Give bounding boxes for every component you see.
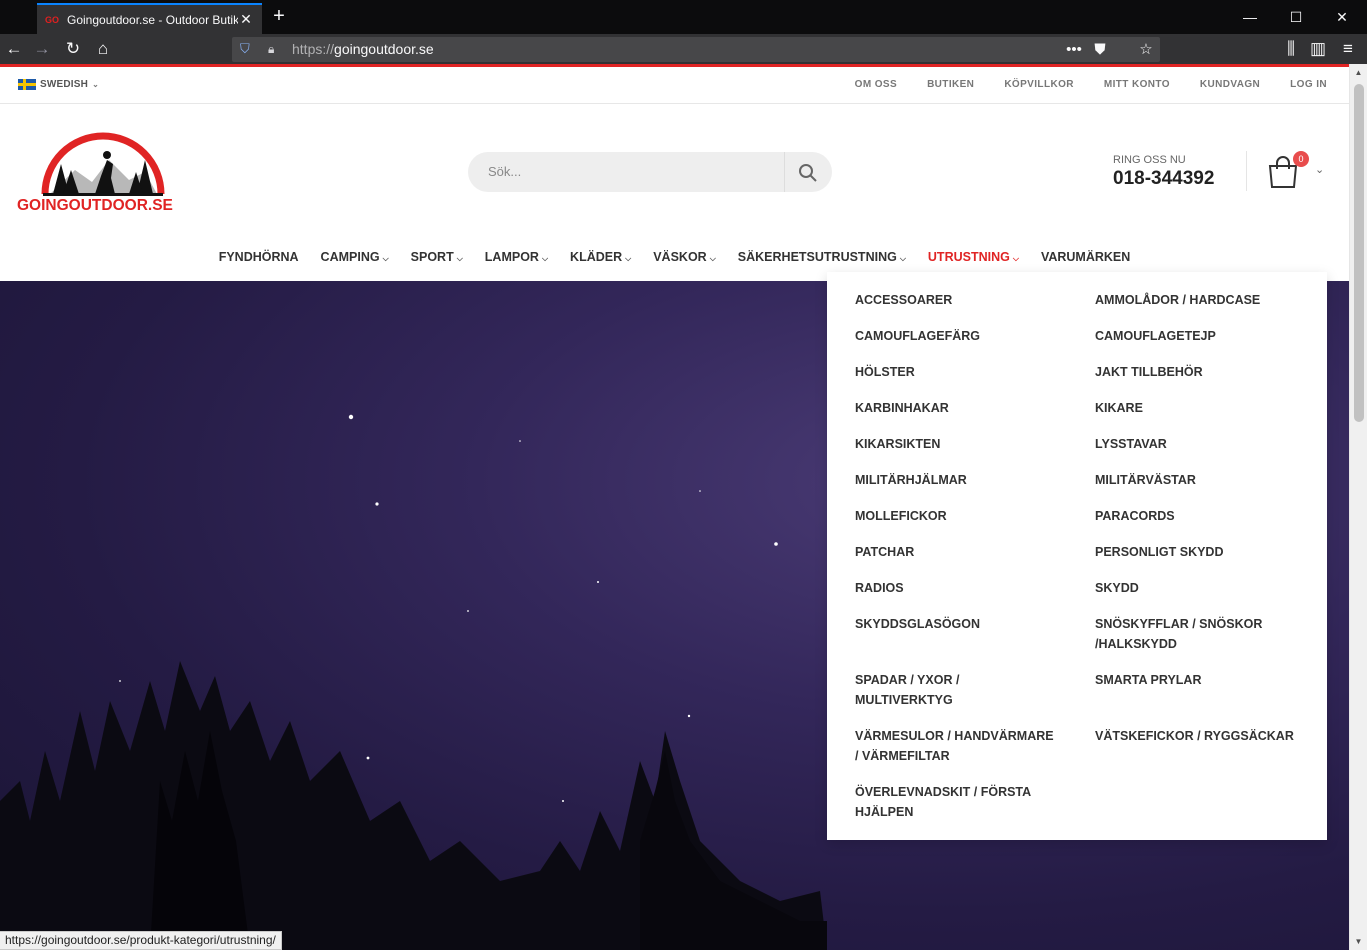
site-logo[interactable]: GOINGOUTDOOR.SE xyxy=(17,130,189,213)
chevron-down-icon[interactable]: ⌄ xyxy=(1315,163,1324,176)
search-icon[interactable] xyxy=(798,163,818,183)
menu-item-varmesulor[interactable]: VÄRMESULOR / HANDVÄRMARE / VÄRMEFILTAR xyxy=(855,726,1060,766)
menu-item-skydd[interactable]: SKYDD xyxy=(1095,578,1305,598)
page-actions-icon[interactable]: ••• xyxy=(1062,37,1086,62)
browser-tab[interactable]: GO Goingoutdoor.se - Outdoor Butik ✕ xyxy=(37,3,262,34)
reload-icon[interactable]: ↻ xyxy=(61,37,85,61)
maximize-icon[interactable]: ☐ xyxy=(1273,0,1319,34)
menu-item-vatskefickor[interactable]: VÄTSKEFICKOR / RYGGSÄCKAR xyxy=(1095,726,1315,746)
nav-sakerhetsutrustning[interactable]: SÄKERHETSUTRUSTNING ⌵ xyxy=(727,245,917,269)
nav-klader[interactable]: KLÄDER ⌵ xyxy=(559,245,642,269)
menu-item-skyddsglasogon[interactable]: SKYDDSGLASÖGON xyxy=(855,614,1065,634)
menu-item-patchar[interactable]: PATCHAR xyxy=(855,542,1065,562)
nav-vaskor[interactable]: VÄSKOR ⌵ xyxy=(642,245,727,269)
close-window-icon[interactable]: ✕ xyxy=(1319,0,1365,34)
language-label: SWEDISH xyxy=(40,79,89,90)
search-input[interactable]: Sök... xyxy=(488,152,521,192)
link-butiken[interactable]: BUTIKEN xyxy=(927,79,974,90)
chevron-down-icon: ⌵ xyxy=(625,254,632,263)
minimize-icon[interactable]: — xyxy=(1227,0,1273,34)
link-mitt-konto[interactable]: MITT KONTO xyxy=(1104,79,1170,90)
page-scrollbar[interactable]: ▲ ▼ xyxy=(1349,64,1367,950)
menu-item-kikare[interactable]: KIKARE xyxy=(1095,398,1305,418)
phone-label: RING OSS NU xyxy=(1113,154,1186,166)
menu-item-camouflagetejp[interactable]: CAMOUFLAGETEJP xyxy=(1095,326,1305,346)
nav-camping[interactable]: CAMPING ⌵ xyxy=(310,245,400,269)
sidebar-icon[interactable]: ▥ xyxy=(1306,37,1330,61)
back-icon[interactable]: ← xyxy=(2,37,26,61)
phone-number[interactable]: 018-344392 xyxy=(1113,168,1214,190)
chevron-down-icon: ⌵ xyxy=(1012,254,1019,263)
link-om-oss[interactable]: OM OSS xyxy=(855,79,897,90)
menu-item-kikarsikten[interactable]: KIKARSIKTEN xyxy=(855,434,1065,454)
menu-item-overlevnadskit[interactable]: ÖVERLEVNADSKIT / FÖRSTA HJÄLPEN xyxy=(855,782,1045,822)
menu-item-lysstavar[interactable]: LYSSTAVAR xyxy=(1095,434,1305,454)
menu-item-militarvastar[interactable]: MILITÄRVÄSTAR xyxy=(1095,470,1305,490)
scrollbar-thumb[interactable] xyxy=(1354,84,1364,422)
menu-item-accessoarer[interactable]: ACCESSOARER xyxy=(855,290,1065,310)
scroll-up-icon[interactable]: ▲ xyxy=(1350,64,1367,81)
nav-lampor[interactable]: LAMPOR ⌵ xyxy=(474,245,559,269)
menu-item-militarhjalmar[interactable]: MILITÄRHJÄLMAR xyxy=(855,470,1065,490)
home-icon[interactable]: ⌂ xyxy=(91,37,115,61)
swedish-flag-icon xyxy=(18,79,36,90)
menu-item-spadar[interactable]: SPADAR / YXOR / MULTIVERKTYG xyxy=(855,670,985,710)
chevron-down-icon: ⌵ xyxy=(541,254,549,263)
link-kundvagn[interactable]: KUNDVAGN xyxy=(1200,79,1260,90)
pocket-icon[interactable]: ⛊ xyxy=(1088,37,1112,62)
menu-item-personligt-skydd[interactable]: PERSONLIGT SKYDD xyxy=(1095,542,1305,562)
menu-item-snoskyfflar[interactable]: SNÖSKYFFLAR / SNÖSKOR /HALKSKYDD xyxy=(1095,614,1285,654)
logo-text: GOINGOUTDOOR.SE xyxy=(17,197,173,213)
link-kopvillkor[interactable]: KÖPVILLKOR xyxy=(1004,79,1074,90)
menu-item-mollefickor[interactable]: MOLLEFICKOR xyxy=(855,506,1065,526)
menu-item-camouflagefarg[interactable]: CAMOUFLAGEFÄRG xyxy=(855,326,1065,346)
menu-item-ammolador[interactable]: AMMOLÅDOR / HARDCASE xyxy=(1095,290,1305,310)
shield-icon[interactable]: ⛉ xyxy=(240,41,254,57)
menu-item-paracords[interactable]: PARACORDS xyxy=(1095,506,1305,526)
browser-toolbar: ← → ↻ ⌂ ⛉ 🔒︎ https://goingoutdoor.se •••… xyxy=(0,34,1367,64)
utility-bar: SWEDISH ⌄ OM OSS BUTIKEN KÖPVILLKOR MITT… xyxy=(0,67,1349,104)
link-log-in[interactable]: LOG IN xyxy=(1290,79,1327,90)
utrustning-dropdown-menu: ACCESSOARER CAMOUFLAGEFÄRG HÖLSTER KARBI… xyxy=(827,272,1327,840)
nav-fyndhorna[interactable]: FYNDHÖRNA xyxy=(208,245,310,269)
menu-item-holster[interactable]: HÖLSTER xyxy=(855,362,1065,382)
top-links: OM OSS BUTIKEN KÖPVILLKOR MITT KONTO KUN… xyxy=(855,79,1327,90)
menu-item-karbinhakar[interactable]: KARBINHAKAR xyxy=(855,398,1065,418)
status-bar-url: https://goingoutdoor.se/produkt-kategori… xyxy=(0,931,282,950)
browser-titlebar: GO Goingoutdoor.se - Outdoor Butik ✕ + —… xyxy=(0,0,1367,34)
web-page: SWEDISH ⌄ OM OSS BUTIKEN KÖPVILLKOR MITT… xyxy=(0,67,1349,950)
nav-varumarken[interactable]: VARUMÄRKEN xyxy=(1030,245,1141,269)
tab-title: Goingoutdoor.se - Outdoor Butik xyxy=(67,12,238,27)
menu-item-radios[interactable]: RADIOS xyxy=(855,578,1065,598)
header-divider xyxy=(1246,151,1247,191)
new-tab-icon[interactable]: + xyxy=(268,5,290,27)
nav-utrustning[interactable]: UTRUSTNING ⌵ xyxy=(917,245,1030,269)
favicon-icon: GO xyxy=(45,14,60,25)
chevron-down-icon: ⌵ xyxy=(382,254,389,263)
library-icon[interactable]: ⫼ xyxy=(1279,37,1303,61)
url-bar[interactable]: ⛉ 🔒︎ https://goingoutdoor.se ••• ⛊ ☆ xyxy=(232,37,1160,62)
chevron-down-icon: ⌵ xyxy=(456,254,463,263)
menu-icon[interactable]: ≡ xyxy=(1336,37,1360,61)
search-box[interactable]: Sök... xyxy=(468,152,832,192)
bookmark-star-icon[interactable]: ☆ xyxy=(1134,37,1158,62)
url-text[interactable]: https://goingoutdoor.se xyxy=(292,37,434,62)
search-separator xyxy=(784,152,785,192)
close-tab-icon[interactable]: ✕ xyxy=(238,11,254,28)
menu-item-smarta-prylar[interactable]: SMARTA PRYLAR xyxy=(1095,670,1305,690)
forward-icon[interactable]: → xyxy=(30,37,54,61)
lock-icon[interactable]: 🔒︎ xyxy=(268,41,282,57)
chevron-down-icon: ⌄ xyxy=(92,80,99,89)
nav-sport[interactable]: SPORT ⌵ xyxy=(400,245,474,269)
phone-contact: RING OSS NU 018-344392 xyxy=(1113,154,1214,190)
language-switcher[interactable]: SWEDISH ⌄ xyxy=(18,79,99,90)
main-navigation: FYNDHÖRNA CAMPING ⌵ SPORT ⌵ LAMPOR ⌵ KLÄDER… xyxy=(0,245,1349,269)
scroll-down-icon[interactable]: ▼ xyxy=(1350,933,1367,950)
menu-item-jakt-tillbehor[interactable]: JAKT TILLBEHÖR xyxy=(1095,362,1305,382)
cart-count-badge: 0 xyxy=(1293,151,1309,167)
chevron-down-icon: ⌵ xyxy=(899,254,906,263)
chevron-down-icon: ⌵ xyxy=(709,254,716,263)
